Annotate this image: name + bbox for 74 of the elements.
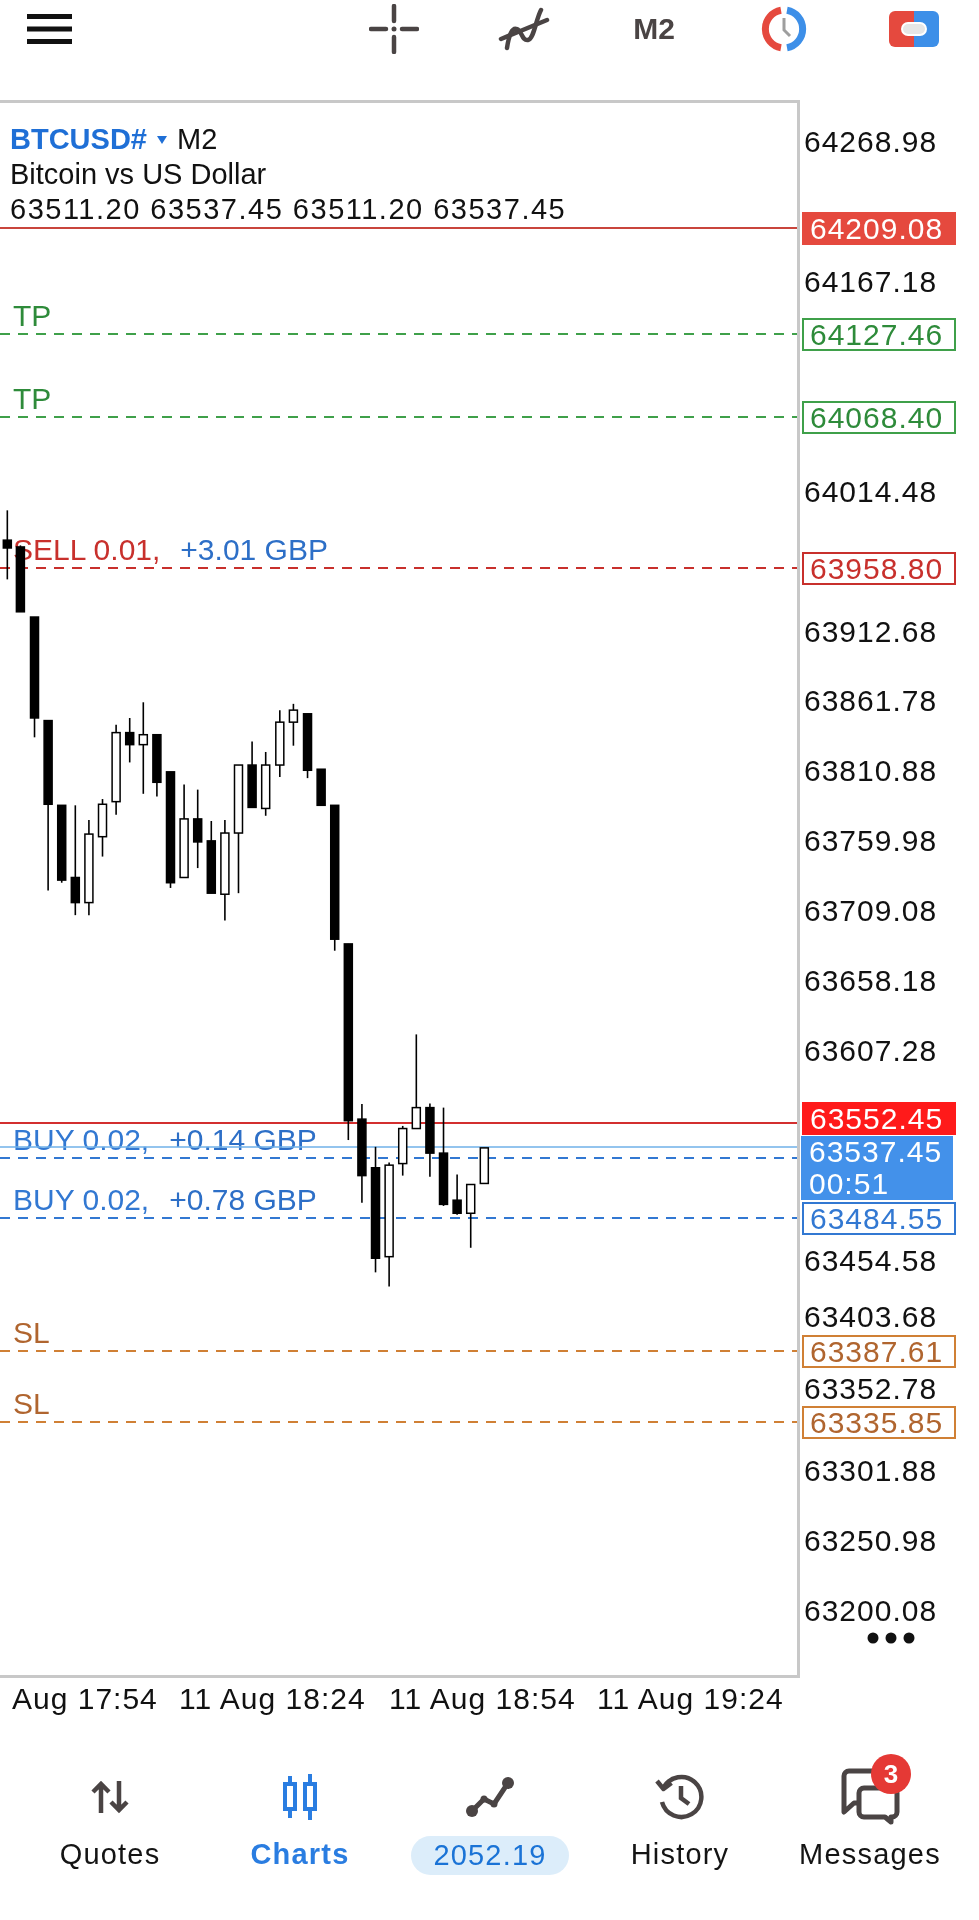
price-tag: 63484.55 [802,1202,956,1235]
timeframe-button[interactable]: M2 [629,9,679,49]
price-tag: 64127.46 [802,318,956,351]
price-tag: 64068.40 [802,401,956,434]
order-label: BUY 0.02, [13,1122,150,1158]
time-axis-label: Aug 17:54 [12,1681,158,1717]
more-icon[interactable] [866,1631,916,1645]
nav-tab[interactable]: 2052.19 [411,1768,569,1875]
price-axis-label: 63912.68 [804,613,938,650]
symbol-description: Bitcoin vs US Dollar [10,157,267,192]
history-icon [654,1772,706,1822]
nav-tab[interactable]: History [630,1768,730,1872]
bar-countdown: 00:51 [809,1168,890,1200]
candle [316,768,326,807]
candle [2,509,13,581]
candle [465,1183,476,1249]
price-axis-label: 63200.08 [804,1592,938,1629]
candle [397,1125,408,1177]
candle [97,798,108,858]
price-axis-label: 63709.08 [804,893,938,930]
price-axis-label: 63810.88 [804,753,938,790]
candle [452,1173,462,1216]
price-tag: 63335.85 [802,1406,956,1439]
menu-icon[interactable] [27,14,72,44]
candle [260,751,271,817]
candle [302,713,313,779]
price-axis-label: 64268.98 [804,124,938,160]
ohlc-values: 63511.20 63537.45 63511.20 63537.45 [10,192,567,227]
profit-label: +3.01 GBP [180,532,328,568]
time-axis-label: 11 Aug 18:54 [389,1681,576,1717]
crosshair-icon[interactable] [369,4,419,54]
price-axis-label: 64167.18 [804,263,938,300]
caret-icon [156,135,167,144]
notification-badge: 3 [871,1754,911,1794]
price-axis-label: 63658.18 [804,963,938,1000]
candle [152,733,162,798]
price-tag: 63958.80 [802,552,956,585]
toggle-icon[interactable] [889,11,939,47]
price-axis-label: 63454.58 [804,1242,938,1279]
time-axis-label: 11 Aug 19:24 [597,1681,784,1717]
bid-price: 63537.45 [809,1136,943,1168]
price-axis-label: 64014.48 [804,473,938,510]
price-axis-label: 63352.78 [804,1370,938,1407]
take-profit-label: TP [13,381,52,417]
candlestick-icon [280,1773,320,1821]
price-axis-label: 63861.78 [804,683,938,720]
price-axis-label: 63301.88 [804,1452,938,1489]
take-profit-label: TP [13,298,52,334]
nav-tab[interactable]: Charts [250,1768,350,1872]
line-chart-icon [465,1776,515,1818]
price-axis-label: 63403.68 [804,1298,938,1335]
symbol-dropdown[interactable]: BTCUSD# [10,122,167,157]
price-tag: 64209.08 [802,212,956,245]
profit-label: +0.78 GBP [169,1182,317,1218]
candle [288,703,299,747]
price-axis-label: 63759.98 [804,823,938,860]
curve-icon[interactable] [498,7,550,51]
candle [247,740,257,809]
profit-label: +0.14 GBP [169,1122,317,1158]
clock-icon[interactable] [759,6,809,52]
candle [479,1147,490,1185]
price-axis-label: 63250.98 [804,1522,938,1559]
candle [275,709,285,778]
time-axis-label: 11 Aug 18:24 [179,1681,366,1717]
price-tag: 63387.61 [802,1335,956,1368]
arrows-icon [90,1779,130,1815]
price-axis-label: 63607.28 [804,1033,938,1070]
timeframe-label: M2 [176,122,218,157]
order-label: BUY 0.02, [13,1182,150,1218]
nav-tab[interactable]: Quotes [59,1768,161,1872]
price-tag: 63552.45 [802,1102,956,1135]
stop-loss-label: SL [13,1386,50,1422]
stop-loss-label: SL [13,1315,50,1351]
candle [124,717,135,764]
